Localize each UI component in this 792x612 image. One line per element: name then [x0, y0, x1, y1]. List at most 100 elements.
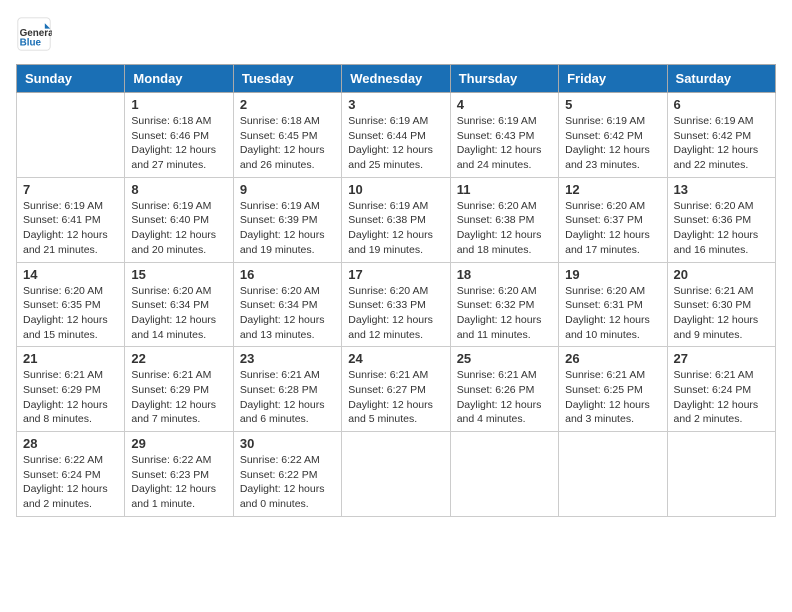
day-info: Sunrise: 6:20 AMSunset: 6:31 PMDaylight:… [565, 284, 660, 343]
day-number: 15 [131, 267, 226, 282]
day-number: 29 [131, 436, 226, 451]
day-info: Sunrise: 6:22 AMSunset: 6:23 PMDaylight:… [131, 453, 226, 512]
day-number: 6 [674, 97, 769, 112]
calendar-cell [559, 432, 667, 517]
calendar-cell: 26 Sunrise: 6:21 AMSunset: 6:25 PMDayligh… [559, 347, 667, 432]
day-number: 23 [240, 351, 335, 366]
day-number: 3 [348, 97, 443, 112]
day-number: 11 [457, 182, 552, 197]
day-info: Sunrise: 6:20 AMSunset: 6:36 PMDaylight:… [674, 199, 769, 258]
calendar-cell: 28 Sunrise: 6:22 AMSunset: 6:24 PMDayligh… [17, 432, 125, 517]
day-info: Sunrise: 6:22 AMSunset: 6:24 PMDaylight:… [23, 453, 118, 512]
day-info: Sunrise: 6:19 AMSunset: 6:42 PMDaylight:… [565, 114, 660, 173]
calendar-cell: 4Sunrise: 6:19 AMSunset: 6:43 PMDaylight… [450, 93, 558, 178]
day-info: Sunrise: 6:20 AMSunset: 6:38 PMDaylight:… [457, 199, 552, 258]
day-number: 5 [565, 97, 660, 112]
day-info: Sunrise: 6:19 AMSunset: 6:39 PMDaylight:… [240, 199, 335, 258]
day-number: 10 [348, 182, 443, 197]
calendar-cell: 16 Sunrise: 6:20 AMSunset: 6:34 PMDayligh… [233, 262, 341, 347]
calendar-week-row: 21 Sunrise: 6:21 AMSunset: 6:29 PMDayligh… [17, 347, 776, 432]
weekday-header: Monday [125, 65, 233, 93]
day-info: Sunrise: 6:21 AMSunset: 6:28 PMDaylight:… [240, 368, 335, 427]
day-number: 30 [240, 436, 335, 451]
day-info: Sunrise: 6:18 AMSunset: 6:46 PMDaylight:… [131, 114, 226, 173]
calendar-cell: 13 Sunrise: 6:20 AMSunset: 6:36 PMDayligh… [667, 177, 775, 262]
day-number: 12 [565, 182, 660, 197]
day-info: Sunrise: 6:21 AMSunset: 6:25 PMDaylight:… [565, 368, 660, 427]
calendar-cell: 22 Sunrise: 6:21 AMSunset: 6:29 PMDayligh… [125, 347, 233, 432]
calendar-cell: 18 Sunrise: 6:20 AMSunset: 6:32 PMDayligh… [450, 262, 558, 347]
calendar-cell: 2 Sunrise: 6:18 AMSunset: 6:45 PMDaylight… [233, 93, 341, 178]
calendar-cell: 17 Sunrise: 6:20 AMSunset: 6:33 PMDayligh… [342, 262, 450, 347]
day-info: Sunrise: 6:21 AMSunset: 6:29 PMDaylight:… [131, 368, 226, 427]
day-number: 21 [23, 351, 118, 366]
calendar-cell: 27 Sunrise: 6:21 AMSunset: 6:24 PMDayligh… [667, 347, 775, 432]
day-info: Sunrise: 6:20 AMSunset: 6:33 PMDaylight:… [348, 284, 443, 343]
calendar-week-row: 7 Sunrise: 6:19 AMSunset: 6:41 PMDaylight… [17, 177, 776, 262]
weekday-header: Sunday [17, 65, 125, 93]
day-info: Sunrise: 6:21 AMSunset: 6:30 PMDaylight:… [674, 284, 769, 343]
calendar-cell: 23 Sunrise: 6:21 AMSunset: 6:28 PMDayligh… [233, 347, 341, 432]
weekday-header: Tuesday [233, 65, 341, 93]
day-number: 16 [240, 267, 335, 282]
calendar-cell [17, 93, 125, 178]
day-number: 26 [565, 351, 660, 366]
calendar-cell: 25Sunrise: 6:21 AMSunset: 6:26 PMDayligh… [450, 347, 558, 432]
page-header: General Blue [16, 16, 776, 52]
day-info: Sunrise: 6:21 AMSunset: 6:26 PMDaylight:… [457, 368, 552, 427]
calendar-cell: 15 Sunrise: 6:20 AMSunset: 6:34 PMDayligh… [125, 262, 233, 347]
weekday-header: Wednesday [342, 65, 450, 93]
day-number: 13 [674, 182, 769, 197]
calendar-table: SundayMondayTuesdayWednesdayThursdayFrid… [16, 64, 776, 517]
day-number: 7 [23, 182, 118, 197]
calendar-cell: 6Sunrise: 6:19 AMSunset: 6:42 PMDaylight… [667, 93, 775, 178]
day-info: Sunrise: 6:20 AMSunset: 6:35 PMDaylight:… [23, 284, 118, 343]
day-info: Sunrise: 6:19 AMSunset: 6:40 PMDaylight:… [131, 199, 226, 258]
calendar-cell: 5 Sunrise: 6:19 AMSunset: 6:42 PMDaylight… [559, 93, 667, 178]
calendar-cell [450, 432, 558, 517]
day-info: Sunrise: 6:22 AMSunset: 6:22 PMDaylight:… [240, 453, 335, 512]
calendar-cell: 3 Sunrise: 6:19 AMSunset: 6:44 PMDaylight… [342, 93, 450, 178]
calendar-cell: 9 Sunrise: 6:19 AMSunset: 6:39 PMDaylight… [233, 177, 341, 262]
day-number: 9 [240, 182, 335, 197]
weekday-header: Thursday [450, 65, 558, 93]
calendar-cell: 10Sunrise: 6:19 AMSunset: 6:38 PMDayligh… [342, 177, 450, 262]
day-number: 8 [131, 182, 226, 197]
day-info: Sunrise: 6:18 AMSunset: 6:45 PMDaylight:… [240, 114, 335, 173]
day-number: 20 [674, 267, 769, 282]
day-info: Sunrise: 6:21 AMSunset: 6:29 PMDaylight:… [23, 368, 118, 427]
calendar-cell: 19 Sunrise: 6:20 AMSunset: 6:31 PMDayligh… [559, 262, 667, 347]
calendar-cell: 21 Sunrise: 6:21 AMSunset: 6:29 PMDayligh… [17, 347, 125, 432]
day-number: 14 [23, 267, 118, 282]
calendar-cell: 7 Sunrise: 6:19 AMSunset: 6:41 PMDaylight… [17, 177, 125, 262]
svg-text:Blue: Blue [20, 38, 42, 49]
day-info: Sunrise: 6:19 AMSunset: 6:44 PMDaylight:… [348, 114, 443, 173]
calendar-cell: 20 Sunrise: 6:21 AMSunset: 6:30 PMDayligh… [667, 262, 775, 347]
calendar-cell [667, 432, 775, 517]
day-info: Sunrise: 6:20 AMSunset: 6:34 PMDaylight:… [131, 284, 226, 343]
calendar-cell: 12 Sunrise: 6:20 AMSunset: 6:37 PMDayligh… [559, 177, 667, 262]
calendar-cell: 30 Sunrise: 6:22 AMSunset: 6:22 PMDayligh… [233, 432, 341, 517]
calendar-cell: 8 Sunrise: 6:19 AMSunset: 6:40 PMDaylight… [125, 177, 233, 262]
calendar-cell: 1 Sunrise: 6:18 AMSunset: 6:46 PMDaylight… [125, 93, 233, 178]
day-number: 19 [565, 267, 660, 282]
calendar-cell: 29 Sunrise: 6:22 AMSunset: 6:23 PMDayligh… [125, 432, 233, 517]
logo-icon: General Blue [16, 16, 52, 52]
day-number: 2 [240, 97, 335, 112]
day-number: 18 [457, 267, 552, 282]
day-number: 1 [131, 97, 226, 112]
calendar-cell [342, 432, 450, 517]
day-info: Sunrise: 6:21 AMSunset: 6:24 PMDaylight:… [674, 368, 769, 427]
calendar-header-row: SundayMondayTuesdayWednesdayThursdayFrid… [17, 65, 776, 93]
weekday-header: Friday [559, 65, 667, 93]
day-info: Sunrise: 6:20 AMSunset: 6:37 PMDaylight:… [565, 199, 660, 258]
day-number: 22 [131, 351, 226, 366]
day-number: 17 [348, 267, 443, 282]
day-info: Sunrise: 6:19 AMSunset: 6:41 PMDaylight:… [23, 199, 118, 258]
day-number: 28 [23, 436, 118, 451]
day-info: Sunrise: 6:20 AMSunset: 6:34 PMDaylight:… [240, 284, 335, 343]
calendar-week-row: 28 Sunrise: 6:22 AMSunset: 6:24 PMDayligh… [17, 432, 776, 517]
calendar-cell: 24Sunrise: 6:21 AMSunset: 6:27 PMDayligh… [342, 347, 450, 432]
day-number: 27 [674, 351, 769, 366]
day-info: Sunrise: 6:20 AMSunset: 6:32 PMDaylight:… [457, 284, 552, 343]
